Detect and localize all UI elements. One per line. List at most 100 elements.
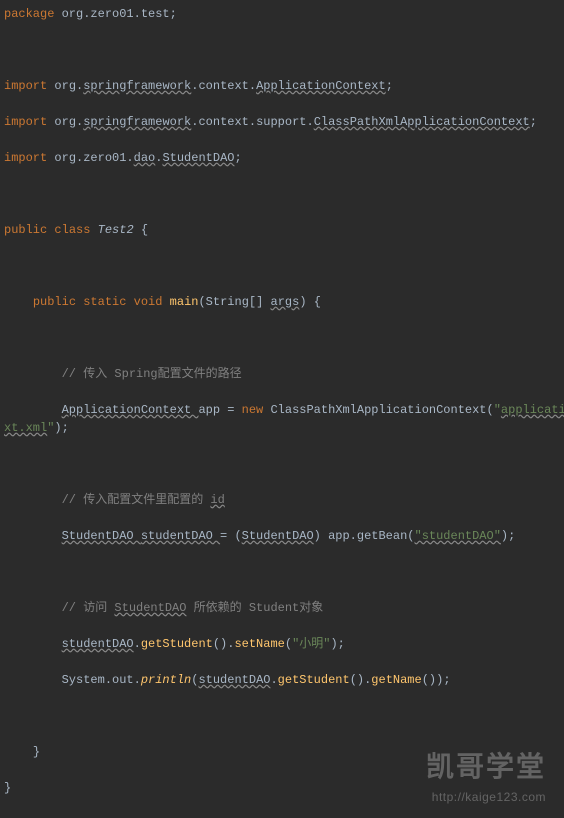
code-line: ApplicationContext app = new ClassPathXm…	[4, 401, 560, 419]
blank-line	[4, 653, 560, 671]
code-line: StudentDAO studentDAO = (StudentDAO) app…	[4, 527, 560, 545]
blank-line	[4, 257, 560, 275]
class-ref: StudentDAO	[162, 151, 234, 165]
blank-line	[4, 167, 560, 185]
indent	[4, 403, 62, 417]
keyword-import: import	[4, 115, 54, 129]
blank-line	[4, 473, 560, 491]
indent	[4, 637, 62, 651]
brace: }	[33, 745, 40, 759]
keyword-class: class	[54, 223, 97, 237]
blank-line	[4, 509, 560, 527]
end: );	[501, 529, 515, 543]
blank-line	[4, 455, 560, 473]
string-literal: xt.xml	[4, 421, 47, 435]
semicolon: ;	[386, 79, 393, 93]
end: );	[330, 637, 344, 651]
end: ());	[422, 673, 451, 687]
code-line: import org.springframework.context.Appli…	[4, 77, 560, 95]
end: );	[54, 421, 68, 435]
param-args: args	[271, 295, 300, 309]
package-name: org.zero01.test;	[62, 7, 177, 21]
type: ApplicationContext	[62, 403, 199, 417]
brace: {	[141, 223, 148, 237]
blank-line	[4, 95, 560, 113]
method-call: getStudent	[141, 637, 213, 651]
text: .context.support.	[191, 115, 313, 129]
comment-underlined: id	[210, 493, 224, 507]
text: System.out.	[62, 673, 141, 687]
blank-line	[4, 347, 560, 365]
text: org.	[54, 115, 83, 129]
params: (String[]	[198, 295, 270, 309]
paren: (	[285, 637, 292, 651]
keyword-public: public	[33, 295, 83, 309]
blank-line	[4, 23, 560, 41]
blank-line	[4, 203, 560, 221]
brace: ) {	[299, 295, 321, 309]
type: StudentDAO	[62, 529, 141, 543]
keyword-void: void	[134, 295, 170, 309]
eq: = (	[220, 529, 242, 543]
keyword-package: package	[4, 7, 62, 21]
blank-line	[4, 329, 560, 347]
blank-line	[4, 275, 560, 293]
method-name: main	[170, 295, 199, 309]
blank-line	[4, 617, 560, 635]
indent	[4, 529, 62, 543]
ctor: ClassPathXmlApplicationContext(	[270, 403, 493, 417]
blank-line	[4, 41, 560, 59]
blank-line	[4, 59, 560, 77]
indent	[4, 745, 33, 759]
blank-line	[4, 131, 560, 149]
var: studentDAO	[62, 637, 134, 651]
indent	[4, 673, 62, 687]
code-line: import org.zero01.dao.StudentDAO;	[4, 149, 560, 167]
text: ().	[213, 637, 235, 651]
blank-line	[4, 581, 560, 599]
indent	[4, 493, 62, 507]
call: ) app.getBean(	[314, 529, 415, 543]
blank-line	[4, 437, 560, 455]
keyword-static: static	[83, 295, 133, 309]
brace: }	[4, 781, 11, 795]
code-line: public class Test2 {	[4, 221, 560, 239]
blank-line	[4, 707, 560, 725]
blank-line	[4, 725, 560, 743]
text: ().	[350, 673, 372, 687]
var: studentDAO	[198, 673, 270, 687]
code-line: // 传入配置文件里配置的 id	[4, 491, 560, 509]
comment: // 访问	[62, 601, 115, 615]
indent	[4, 601, 62, 615]
string-literal: "studentDAO"	[415, 529, 501, 543]
keyword-public: public	[4, 223, 54, 237]
class-ref: ClassPathXmlApplicationContext	[314, 115, 530, 129]
text-underlined: dao	[134, 151, 156, 165]
keyword-new: new	[242, 403, 271, 417]
keyword-import: import	[4, 151, 54, 165]
blank-line	[4, 239, 560, 257]
watermark-url: http://kaige123.com	[426, 788, 546, 806]
class-name: Test2	[98, 223, 141, 237]
string-literal: applicationConte	[501, 403, 564, 417]
code-line: System.out.println(studentDAO.getStudent…	[4, 671, 560, 689]
indent	[4, 295, 33, 309]
code-line: studentDAO.getStudent().setName("小明");	[4, 635, 560, 653]
method-call: setName	[234, 637, 284, 651]
code-line: package org.zero01.test;	[4, 5, 560, 23]
comment: 所依赖的 Student对象	[186, 601, 323, 615]
code-line: public static void main(String[] args) {	[4, 293, 560, 311]
keyword-import: import	[4, 79, 54, 93]
blank-line	[4, 185, 560, 203]
blank-line	[4, 563, 560, 581]
indent	[4, 367, 62, 381]
watermark: 凯哥学堂 http://kaige123.com	[426, 746, 546, 806]
code-line: // 传入 Spring配置文件的路径	[4, 365, 560, 383]
blank-line	[4, 311, 560, 329]
method-call: getName	[371, 673, 421, 687]
text-underlined: springframework	[83, 79, 191, 93]
semicolon: ;	[530, 115, 537, 129]
blank-line	[4, 545, 560, 563]
watermark-title: 凯哥学堂	[426, 746, 546, 788]
blank-line	[4, 383, 560, 401]
